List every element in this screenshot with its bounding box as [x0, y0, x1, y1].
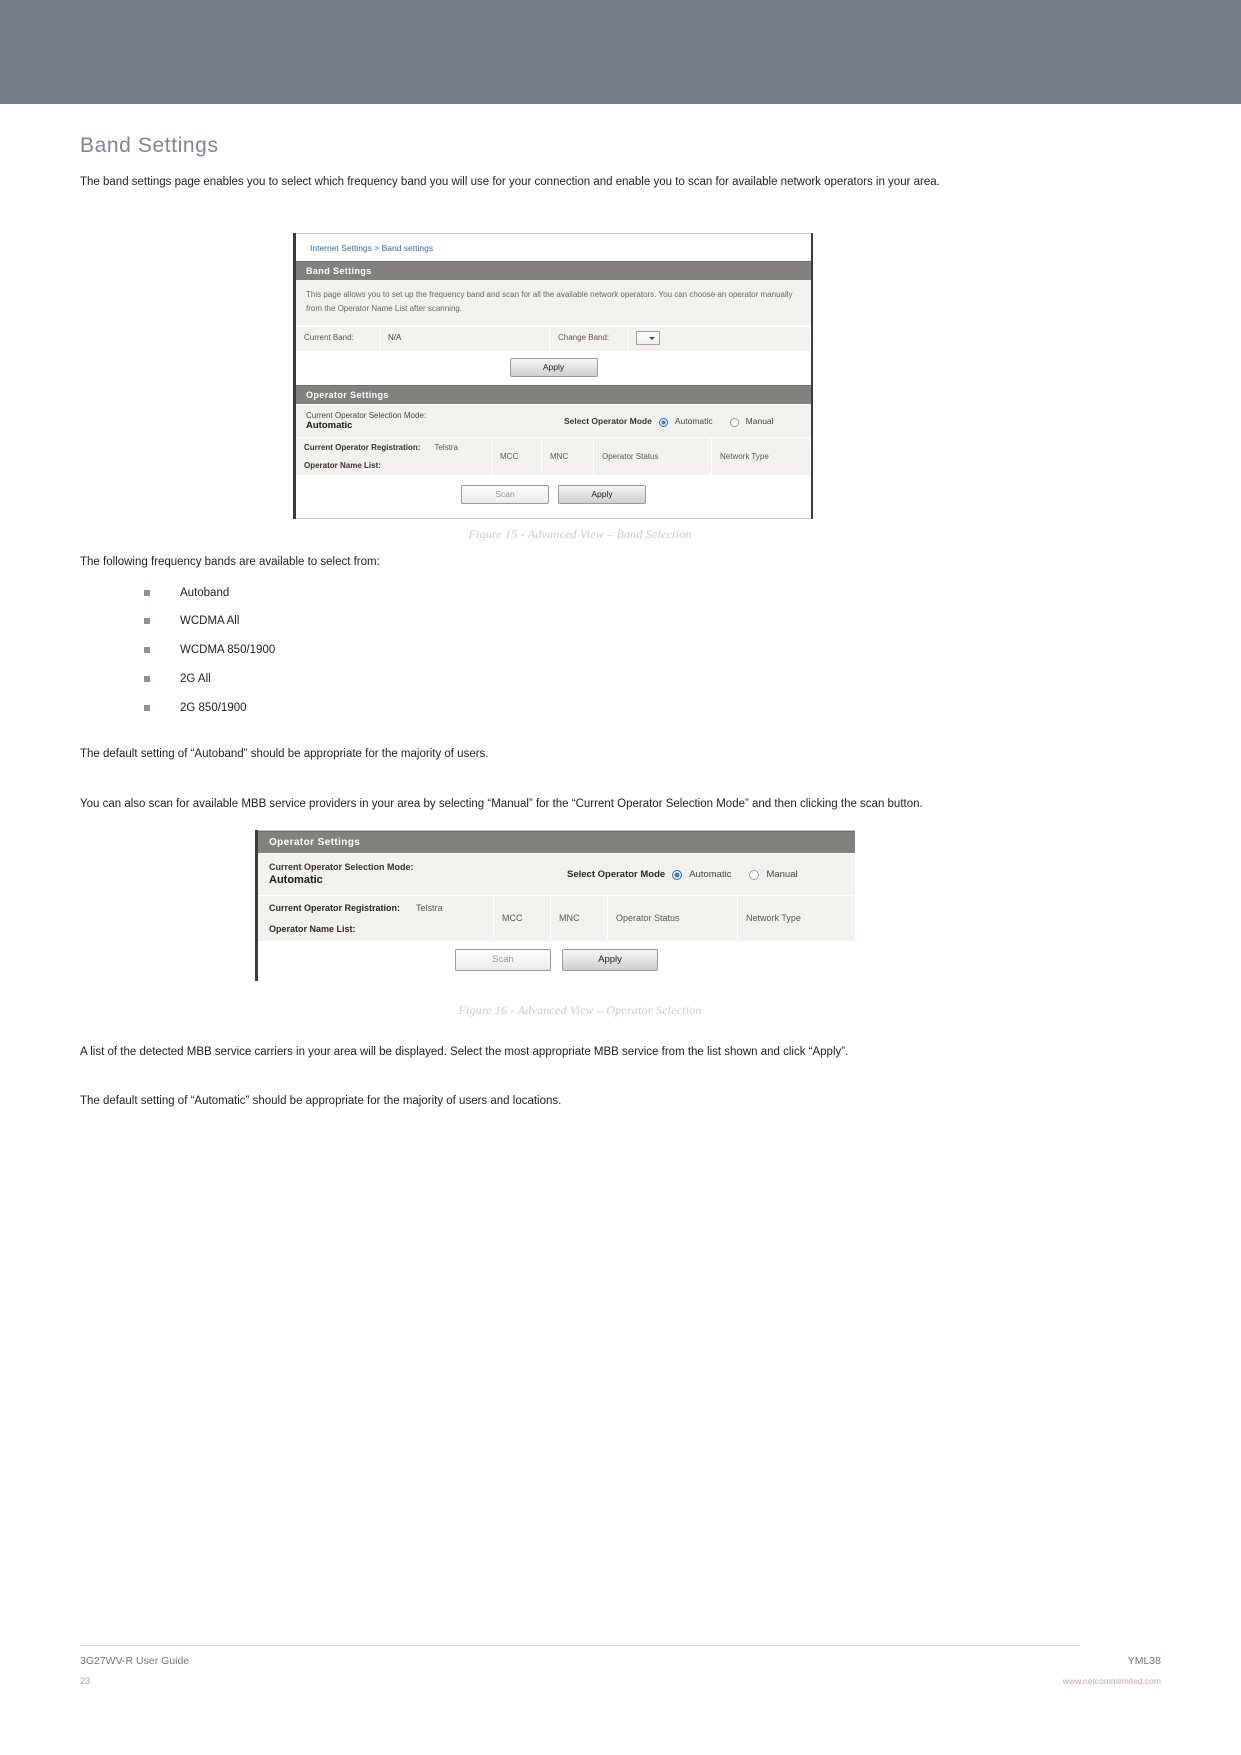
- list-item-label: WCDMA All: [180, 615, 240, 628]
- intro-paragraph: The band settings page enables you to se…: [80, 176, 940, 188]
- band-settings-row: Current Band: N/A Change Band:: [296, 326, 811, 352]
- selection-mode-label: Current Operator Selection Mode:: [306, 411, 427, 421]
- bullet-square-icon: [144, 618, 150, 625]
- column-header-network-type: Network Type: [712, 438, 811, 476]
- operator-name-list-label: Operator Name List:: [269, 923, 356, 934]
- default-band-note: The default setting of “Autoband” should…: [80, 748, 489, 761]
- operator-apply-button[interactable]: Apply: [562, 948, 658, 971]
- figure-16-caption: Figure 16 - Advanced View – Operator Sel…: [458, 1002, 702, 1017]
- bullet-square-icon: [144, 589, 150, 596]
- list-item-label: WCDMA 850/1900: [180, 644, 276, 657]
- operator-button-row: Scan Apply: [258, 940, 855, 981]
- change-band-select[interactable]: [636, 331, 660, 346]
- registration-label: Current Operator Registration:: [269, 902, 401, 913]
- figure-16-screenshot: Operator Settings Current Operator Selec…: [255, 829, 855, 981]
- column-header-mcc: MCC: [494, 895, 551, 941]
- figure-15-screenshot: Internet Settings > Band settings Band S…: [293, 233, 813, 520]
- change-band-label: Change Band:: [550, 327, 628, 352]
- footer-page-number: 23: [80, 1676, 91, 1686]
- operator-registration-cell: Current Operator Registration: Telstra O…: [296, 438, 492, 476]
- operator-name-list-label: Operator Name List:: [304, 461, 381, 471]
- operator-scan-button[interactable]: Scan: [461, 485, 549, 505]
- column-header-operator-status: Operator Status: [594, 438, 712, 476]
- operator-registration-cell: Current Operator Registration: Telstra O…: [258, 895, 494, 941]
- operator-table-header-row: Current Operator Registration: Telstra O…: [296, 437, 811, 476]
- select-operator-mode-label: Select Operator Mode: [567, 868, 666, 880]
- list-item: WCDMA All: [80, 614, 1080, 629]
- operator-apply-button[interactable]: Apply: [558, 485, 646, 505]
- operator-button-row: Scan Apply: [296, 475, 811, 519]
- select-operator-mode-group: Select Operator Mode Automatic Manual: [567, 868, 798, 881]
- page-title: Band Settings: [80, 134, 219, 157]
- list-item-label: 2G All: [180, 673, 211, 686]
- footer-document-code: YML38: [1127, 1655, 1161, 1667]
- radio-manual[interactable]: [729, 417, 739, 427]
- operator-selection-mode-row: Current Operator Selection Mode: Automat…: [296, 404, 811, 438]
- band-settings-section-header: Band Settings: [296, 261, 811, 281]
- band-settings-description: This page allows you to set up the frequ…: [296, 280, 811, 327]
- screenshot-left-border: [255, 829, 258, 981]
- page-header-banner: [0, 0, 1241, 104]
- footer-document-title: 3G27WV-R User Guide: [80, 1655, 190, 1667]
- column-header-mnc: MNC: [551, 895, 608, 941]
- registration-value: Telstra: [416, 902, 443, 913]
- select-operator-mode-group: Select Operator Mode Automatic Manual: [564, 416, 774, 427]
- change-band-select-cell: [628, 327, 811, 352]
- screenshot-right-border: [811, 233, 813, 520]
- list-item-label: Autoband: [180, 586, 230, 599]
- selection-mode-value: Automatic: [306, 420, 353, 432]
- bands-intro-paragraph: The following frequency bands are availa…: [80, 556, 380, 569]
- selection-mode-value: Automatic: [269, 873, 323, 886]
- breadcrumb[interactable]: Internet Settings > Band settings: [296, 234, 811, 262]
- select-operator-mode-label: Select Operator Mode: [564, 416, 652, 427]
- footer-website-url[interactable]: www.netcommlimited.com: [1063, 1676, 1161, 1686]
- radio-manual-label: Manual: [745, 416, 774, 427]
- operator-settings-section-header: Operator Settings: [258, 830, 855, 853]
- operator-table-header-row: Current Operator Registration: Telstra O…: [258, 894, 855, 941]
- screenshot-left-border: [293, 233, 296, 520]
- carrier-list-note: A list of the detected MBB service carri…: [80, 1045, 849, 1058]
- list-item: 2G 850/1900: [80, 701, 1080, 716]
- list-item: Autoband: [80, 586, 1080, 601]
- registration-value: Telstra: [434, 443, 459, 453]
- radio-automatic-label: Automatic: [689, 868, 732, 880]
- operator-selection-mode-row: Current Operator Selection Mode: Automat…: [258, 852, 855, 895]
- radio-automatic[interactable]: [672, 870, 683, 881]
- list-item: 2G All: [80, 672, 1080, 687]
- band-apply-button[interactable]: Apply: [509, 358, 598, 378]
- band-apply-button-row: Apply: [296, 351, 811, 386]
- operator-settings-section-header: Operator Settings: [296, 385, 811, 405]
- registration-label: Current Operator Registration:: [304, 443, 421, 453]
- footer-divider: [80, 1645, 1080, 1646]
- figure-15-caption: Figure 15 - Advanced View – Band Selecti…: [468, 527, 692, 542]
- bullet-square-icon: [144, 647, 150, 654]
- selection-mode-label: Current Operator Selection Mode:: [269, 861, 414, 872]
- list-item: WCDMA 850/1900: [80, 643, 1080, 658]
- column-header-mnc: MNC: [542, 438, 594, 476]
- radio-automatic-label: Automatic: [674, 416, 713, 427]
- current-band-label: Current Band:: [296, 327, 380, 352]
- current-band-value: N/A: [380, 327, 550, 352]
- bullet-square-icon: [144, 676, 150, 683]
- operator-scan-button[interactable]: Scan: [455, 948, 551, 971]
- radio-automatic[interactable]: [658, 417, 668, 427]
- radio-manual[interactable]: [749, 870, 760, 881]
- page-body: Band Settings The band settings page ena…: [0, 104, 1241, 1110]
- column-header-network-type: Network Type: [746, 913, 801, 924]
- column-header-mcc: MCC: [492, 438, 542, 476]
- list-item-label: 2G 850/1900: [180, 702, 247, 715]
- column-header-operator-status: Operator Status: [608, 895, 738, 941]
- radio-manual-label: Manual: [766, 868, 798, 880]
- frequency-band-list: Autoband WCDMA All WCDMA 850/1900 2G All…: [80, 586, 1080, 717]
- bullet-square-icon: [144, 705, 150, 712]
- default-automatic-note: The default setting of “Automatic” shoul…: [80, 1094, 562, 1107]
- manual-scan-note: You can also scan for available MBB serv…: [80, 798, 923, 811]
